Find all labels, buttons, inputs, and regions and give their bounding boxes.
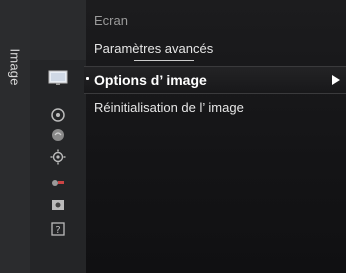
icon-column: ?	[30, 0, 86, 273]
support-icon[interactable]: ?	[47, 220, 69, 238]
menu-area: Ecran Paramètres avancés Réinitialisatio…	[86, 0, 346, 273]
svg-text:?: ?	[55, 225, 60, 236]
menu-item-parametres-avances[interactable]: Paramètres avancés	[94, 38, 213, 60]
category-label-wrap: Image	[6, 48, 24, 110]
input-icon[interactable]	[47, 173, 69, 191]
focus-underline	[134, 60, 194, 61]
sound-icon[interactable]	[47, 106, 69, 124]
menu-item-reinitialisation[interactable]: Réinitialisation de l’ image	[94, 97, 244, 119]
category-tab: Image	[0, 0, 30, 273]
picture-icon[interactable]	[47, 69, 69, 87]
setup-icon[interactable]	[47, 148, 69, 166]
tv-menu: Image ? Ecran Paramètres avancés Réiniti…	[0, 0, 346, 273]
selected-label: Options d’ image	[94, 72, 207, 88]
category-label: Image	[7, 48, 23, 86]
menu-item-options-image[interactable]: Options d’ image	[84, 66, 346, 94]
submenu-arrow-icon	[332, 75, 340, 85]
icon-column-top	[30, 0, 86, 60]
application-icon[interactable]	[47, 196, 69, 214]
channel-icon[interactable]	[47, 126, 69, 144]
selection-marker	[86, 77, 89, 80]
menu-item-ecran[interactable]: Ecran	[94, 10, 128, 32]
